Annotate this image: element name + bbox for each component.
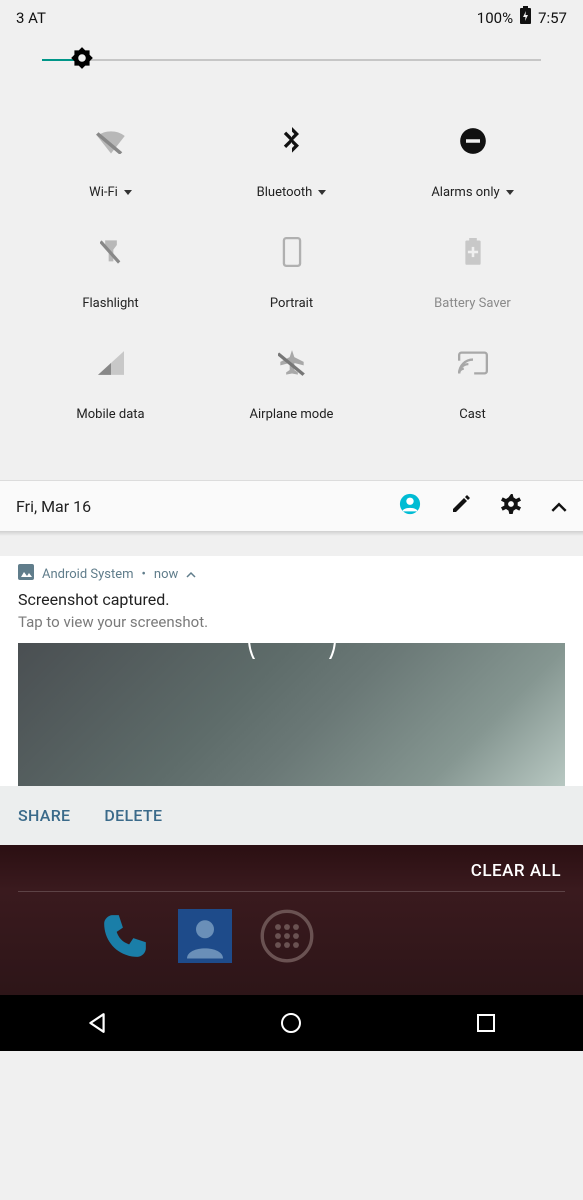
brightness-thumb-icon[interactable] [69, 45, 95, 75]
qs-tile-airplane-mode[interactable]: Airplane mode [201, 329, 382, 440]
notification-app: Android System [42, 567, 134, 582]
user-icon[interactable] [399, 493, 421, 519]
flashlight-off-icon [100, 236, 122, 268]
navigation-bar [0, 995, 583, 1051]
notification-preview[interactable] [18, 643, 565, 786]
share-button[interactable]: SHARE [18, 806, 70, 825]
notification-screenshot[interactable]: Android System • now Screenshot captured… [0, 556, 583, 786]
app-drawer-icon[interactable] [260, 909, 314, 967]
contacts-app-icon[interactable] [178, 909, 232, 967]
delete-button[interactable]: DELETE [104, 806, 162, 825]
dnd-icon [459, 125, 487, 157]
footer-date: Fri, Mar 16 [16, 497, 91, 516]
qs-footer: Fri, Mar 16 [0, 480, 583, 531]
gear-icon[interactable] [501, 494, 521, 518]
chevron-down-icon[interactable] [318, 190, 326, 195]
battery-percent: 100% [477, 9, 513, 27]
qs-tile-dnd[interactable]: Alarms only [382, 107, 563, 218]
phone-app-icon[interactable] [100, 911, 150, 965]
chevron-down-icon[interactable] [124, 190, 132, 195]
homescreen-backdrop: CLEAR ALL [0, 845, 583, 995]
qs-tile-mobile-data[interactable]: Mobile data [20, 329, 201, 440]
wifi-off-icon [96, 125, 126, 157]
qs-tile-portrait[interactable]: Portrait [201, 218, 382, 329]
edit-icon[interactable] [451, 494, 471, 518]
clear-all-button[interactable]: CLEAR ALL [471, 861, 561, 881]
qs-tile-bluetooth[interactable]: Bluetooth [201, 107, 382, 218]
qs-tile-battery-saver[interactable]: Battery Saver [382, 218, 563, 329]
signal-icon [98, 347, 124, 379]
divider [18, 891, 565, 892]
battery-charging-icon [519, 6, 532, 29]
cast-icon [458, 347, 488, 379]
qs-tile-cast[interactable]: Cast [382, 329, 563, 440]
photo-icon [18, 564, 34, 584]
back-button[interactable] [67, 1007, 127, 1039]
battery-saver-icon [464, 236, 482, 268]
carrier-text: 3 AT [16, 9, 46, 27]
airplane-off-icon [278, 347, 306, 379]
chevron-down-icon[interactable] [506, 190, 514, 195]
clock-text: 7:57 [538, 9, 567, 27]
portrait-icon [282, 236, 302, 268]
qs-tile-flashlight[interactable]: Flashlight [20, 218, 201, 329]
notification-header: Android System • now [18, 564, 565, 590]
notification-subtitle: Tap to view your screenshot. [18, 613, 565, 643]
chevron-up-icon[interactable] [551, 497, 567, 516]
notification-title: Screenshot captured. [18, 590, 565, 613]
brightness-slider[interactable] [42, 51, 541, 69]
quick-settings-grid: Wi-Fi Bluetooth Alarms only Flashlight P… [0, 77, 583, 480]
shadow [0, 531, 583, 536]
bluetooth-icon [283, 125, 301, 157]
status-bar: 3 AT 100% 7:57 [0, 0, 583, 35]
notification-time: now [154, 567, 178, 582]
home-button[interactable] [261, 1007, 321, 1039]
notification-actions: SHARE DELETE [0, 786, 583, 845]
recents-button[interactable] [456, 1007, 516, 1039]
qs-tile-wifi[interactable]: Wi-Fi [20, 107, 201, 218]
status-right: 100% 7:57 [477, 6, 567, 29]
dock [100, 909, 314, 967]
collapse-icon[interactable] [186, 567, 196, 582]
